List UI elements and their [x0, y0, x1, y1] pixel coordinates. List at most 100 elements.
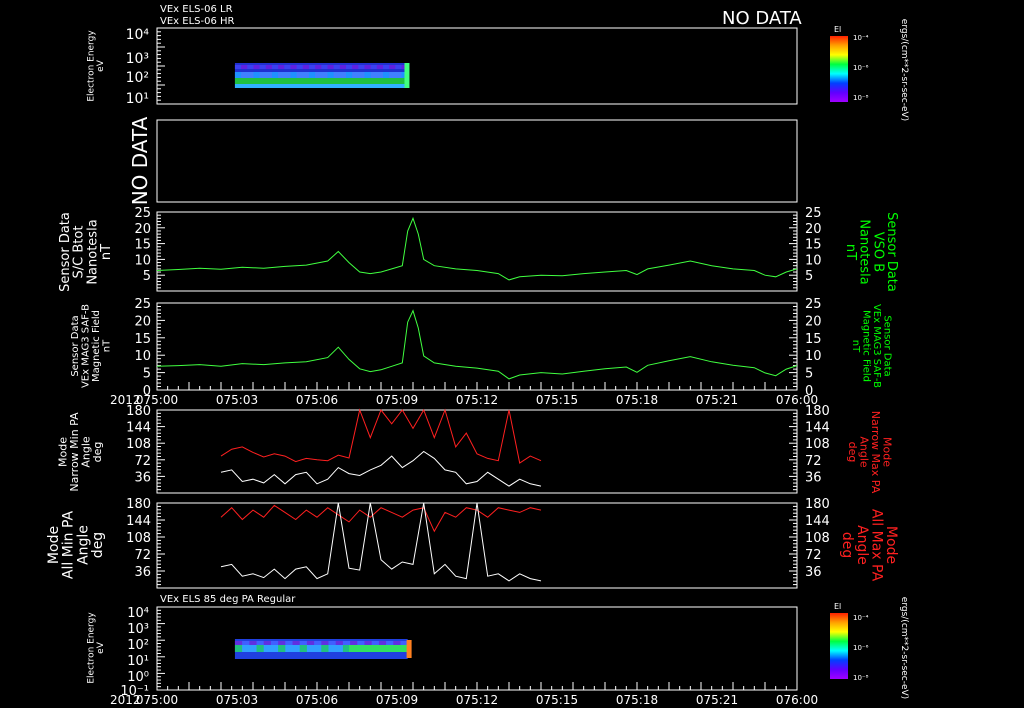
- heatmap-cell: [253, 65, 261, 69]
- y-tick-label-right-mag_btot: 10: [805, 253, 822, 268]
- heatmap-cell: [263, 641, 272, 645]
- heatmap-cell: [284, 65, 291, 69]
- y-tick-label-pa_narrow: 180: [126, 404, 151, 419]
- heatmap-cell: [314, 645, 322, 652]
- right-label-pa-all-line: Mode: [883, 526, 899, 564]
- heatmap-cell: [249, 641, 258, 645]
- y-tick-label-pa_all: 180: [126, 497, 151, 512]
- time-tick-label: 075:15: [536, 693, 578, 707]
- y-tick-label-mag_btot: 10: [134, 253, 151, 268]
- heatmap-cell: [234, 72, 242, 78]
- heatmap-cell: [256, 645, 265, 652]
- heatmap-band-green: [234, 78, 408, 84]
- time-tick-label: 075:09: [376, 393, 418, 407]
- time-tick-label: 075:06: [296, 393, 338, 407]
- time-tick-label: 075:12: [456, 693, 498, 707]
- ylabel-mag-btot-line: nT: [99, 244, 114, 260]
- y-tick-label-mag_field: 10: [134, 349, 151, 364]
- heatmap-cell: [290, 72, 298, 78]
- y-tick-label-els-85: 10²: [127, 638, 149, 653]
- colorbar-els-85: [830, 613, 848, 679]
- heatmap-cell: [370, 72, 378, 78]
- ylabel-mag-field: Sensor Data VEx MAG3 SAF-B Magnetic Field n…: [70, 304, 113, 388]
- panel-frame-mag_btot: [156, 211, 798, 292]
- right-label-pa-narrow-line: deg: [846, 442, 859, 463]
- heatmap-cell: [290, 65, 298, 69]
- right-label-mag-field-line: Magnetic Field: [860, 310, 871, 382]
- heatmap-cell: [278, 641, 286, 645]
- y-tick-label-right-mag_field: 20: [805, 314, 822, 329]
- heatmap-cell: [321, 641, 329, 645]
- y-tick-label-right-pa_all: 144: [805, 514, 830, 529]
- heatmap-cell: [271, 65, 279, 69]
- y-tick-label-right-pa_narrow: 36: [805, 470, 822, 485]
- y-tick-label-right-pa_narrow: 72: [805, 454, 822, 469]
- heatmap-cell: [327, 65, 335, 69]
- ylabel-pa-all-line: Mode: [46, 526, 62, 564]
- time-tick-label: 075:03: [216, 693, 258, 707]
- heatmap-cell: [241, 65, 248, 69]
- heatmap-cell: [284, 72, 291, 78]
- time-tick-label: 075:09: [376, 693, 418, 707]
- y-tick-label-els-lr: 10³: [126, 51, 149, 67]
- heatmap-cell: [278, 72, 285, 78]
- time-tick-label: 076:00: [776, 693, 818, 707]
- y-tick-label-pa_all: 72: [134, 548, 151, 563]
- right-label-mag-field-line: Sensor Data: [881, 315, 892, 376]
- ylabel-mag-field-line: VEx MAG3 SAF-B: [80, 304, 91, 388]
- y-tick-label-right-mag_btot: 25: [805, 206, 822, 221]
- y-tick-label-pa_narrow: 108: [126, 437, 151, 452]
- heatmap-cell: [364, 65, 372, 69]
- header-title-2: VEx ELS-06 HR: [160, 16, 235, 27]
- heatmap-cell: [321, 645, 329, 652]
- y-tick-label-right-pa_all: 72: [805, 548, 822, 563]
- time-tick-label: 075:06: [296, 693, 338, 707]
- y-tick-label-right-mag_btot: 5: [805, 269, 813, 284]
- y-tick-label-right-pa_narrow: 108: [805, 437, 830, 452]
- ylabel-mag-field-line: Sensor Data: [70, 315, 81, 376]
- y-tick-label-pa_narrow: 72: [134, 454, 151, 469]
- heatmap-cell: [247, 72, 254, 78]
- right-label-mag-field-line: VEx MAG3 SAF-B: [871, 304, 882, 388]
- colorbar-tick-els-lr: 10⁻⁴: [853, 34, 869, 42]
- heatmap-cell: [278, 645, 286, 652]
- heatmap-cell: [265, 72, 273, 78]
- heatmap-cell: [265, 65, 273, 69]
- heatmap-cell: [270, 645, 279, 652]
- units-els-lr: ergs/(cm**2-sr-sec-eV): [899, 19, 909, 121]
- y-tick-label-pa_all: 108: [126, 531, 151, 546]
- heatmap-cell: [302, 65, 310, 69]
- heatmap-cell: [339, 72, 347, 78]
- heatmap-cell: [285, 645, 294, 652]
- heatmap-cell: [263, 645, 272, 652]
- no-data-header: NO DATA: [722, 8, 802, 29]
- heatmap-cell: [335, 641, 344, 645]
- y-tick-label-pa_all: 144: [126, 514, 151, 529]
- no-data-panel-label: NO DATA: [128, 116, 152, 205]
- heatmap-spike: [406, 640, 412, 658]
- y-tick-label-mag_field: 25: [134, 297, 151, 312]
- panel-frame-pa_all: [156, 502, 798, 589]
- heatmap-cell: [296, 72, 304, 78]
- y-tick-label-pa_narrow: 144: [126, 421, 151, 436]
- heatmap-cell: [376, 65, 384, 69]
- heatmap-cell: [321, 65, 328, 69]
- y-tick-label-mag_btot: 25: [134, 206, 151, 221]
- series-line-all-min: [220, 502, 542, 582]
- heatmap-cell: [335, 645, 344, 652]
- y-tick-label-pa_narrow: 36: [134, 470, 151, 485]
- series-line-all-max: [220, 504, 542, 533]
- y-tick-label-els-lr: 10¹: [126, 91, 149, 107]
- heatmap-cell: [299, 645, 308, 652]
- heatmap-cell: [308, 72, 316, 78]
- y-tick-label-mag_btot: 5: [143, 269, 151, 284]
- heatmap-cell: [350, 641, 358, 645]
- heatmap-gap: [423, 639, 426, 659]
- right-label-pa-all: ModeAll Max PAAngledeg: [839, 509, 899, 582]
- heatmap-cell: [302, 72, 310, 78]
- y-tick-label-els-85: 10⁴: [127, 606, 149, 621]
- colorbar-tick-els-lr: 10⁻⁸: [853, 94, 869, 102]
- heatmap-cell: [352, 72, 359, 78]
- series-line-btot: [156, 216, 798, 281]
- time-tick-label: 075:18: [616, 693, 658, 707]
